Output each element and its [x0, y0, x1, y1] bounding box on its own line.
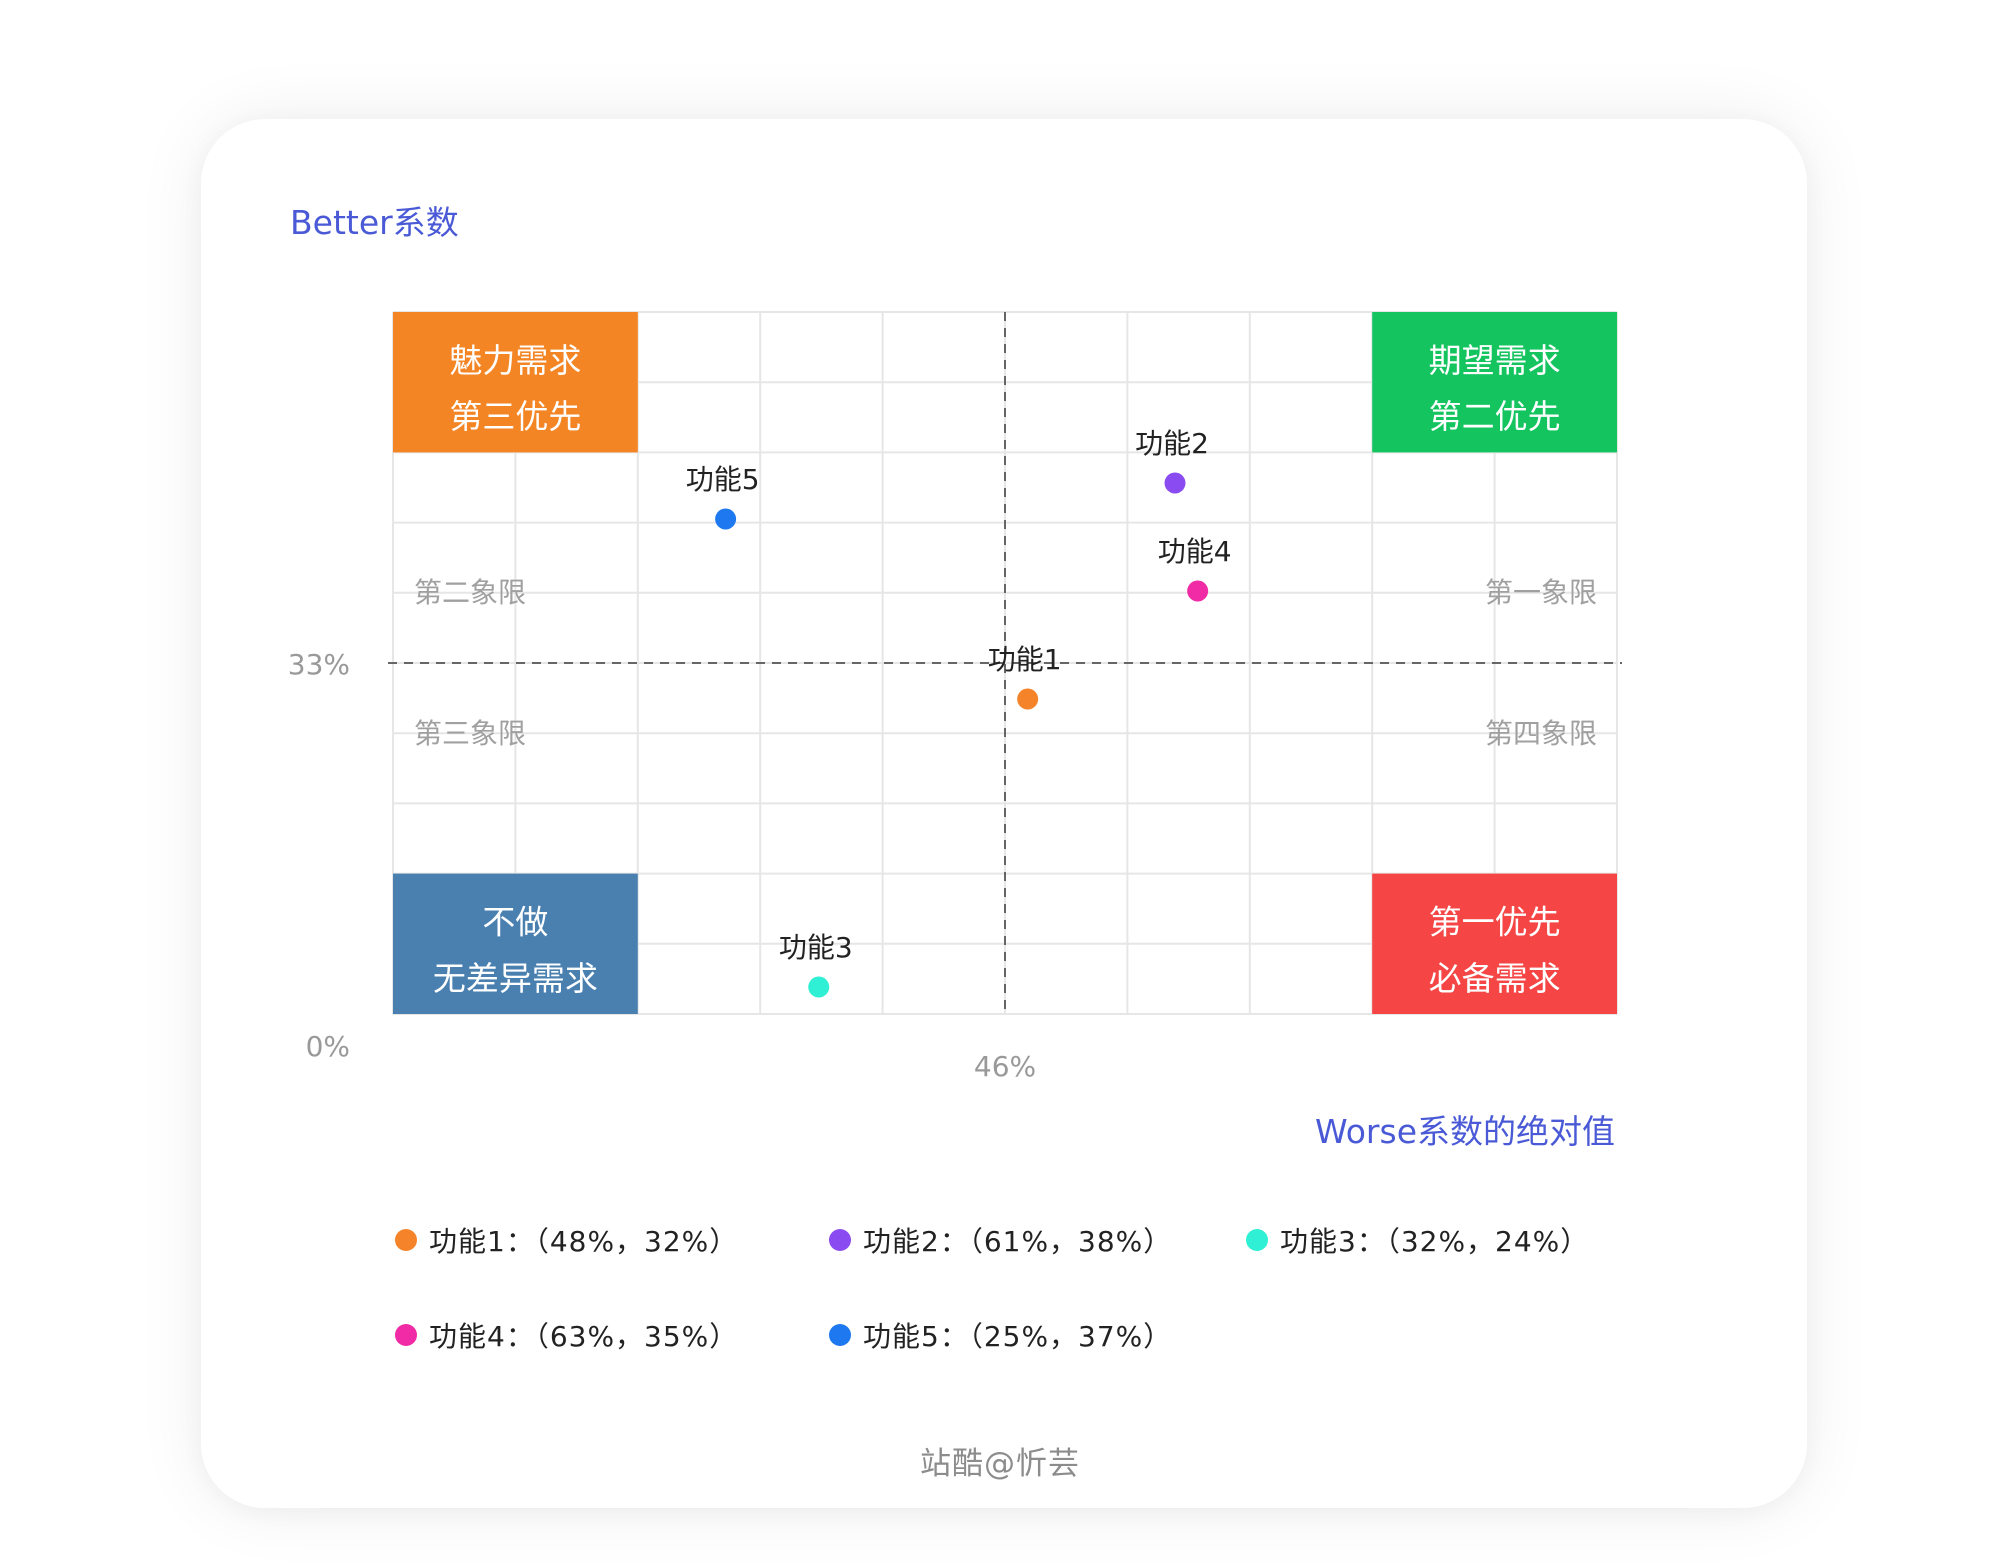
legend-marker — [829, 1324, 851, 1346]
legend-marker — [1246, 1229, 1268, 1251]
data-point — [808, 977, 829, 998]
quadrant-label-3: 第三象限 — [414, 717, 526, 750]
quadrant-box-title: 期望需求 — [1429, 341, 1561, 380]
x-axis-title: Worse系数的绝对值 — [1315, 1105, 1615, 1153]
data-point-label: 功能2 — [1135, 427, 1209, 460]
quadrant-box-title: 魅力需求 — [449, 341, 581, 380]
data-point — [1165, 473, 1186, 494]
data-point-label: 功能3 — [779, 931, 853, 964]
quadrant-box-title: 第一优先 — [1429, 903, 1561, 942]
legend-item: 功能1：（48%，32%） — [395, 1220, 738, 1260]
legend-label: 功能3：（32%，24%） — [1280, 1220, 1589, 1260]
data-point-label: 功能1 — [988, 643, 1062, 676]
x-divider-label: 46% — [974, 1050, 1036, 1083]
legend-item: 功能5：（25%，37%） — [829, 1315, 1172, 1355]
quadrant-label-4: 第四象限 — [1485, 717, 1597, 750]
data-point — [1017, 689, 1038, 710]
legend-item: 功能4：（63%，35%） — [395, 1315, 738, 1355]
legend-item: 功能2：（61%，38%） — [829, 1220, 1172, 1260]
quadrant-label-1: 第一象限 — [1485, 576, 1597, 609]
quadrant-box-subtitle: 第二优先 — [1429, 397, 1561, 436]
legend-label: 功能1：（48%，32%） — [429, 1220, 738, 1260]
legend-marker — [829, 1229, 851, 1251]
legend-label: 功能4：（63%，35%） — [429, 1315, 738, 1355]
legend-label: 功能2：（61%，38%） — [863, 1220, 1172, 1260]
data-point-label: 功能5 — [686, 463, 760, 496]
legend-marker — [395, 1324, 417, 1346]
quadrant-box-subtitle: 无差异需求 — [433, 959, 598, 998]
quadrant-box-title: 不做 — [482, 903, 548, 942]
legend-marker — [395, 1229, 417, 1251]
quadrant-label-2: 第二象限 — [414, 576, 526, 609]
legend-label: 功能5：（25%，37%） — [863, 1315, 1172, 1355]
data-point — [715, 509, 736, 530]
watermark: 站酷@忻芸 — [0, 1438, 2000, 1483]
data-point — [1187, 581, 1208, 602]
data-point-label: 功能4 — [1158, 535, 1232, 568]
y-divider-label: 33% — [288, 648, 350, 681]
legend-item: 功能3：（32%，24%） — [1246, 1220, 1589, 1260]
quadrant-box-subtitle: 第三优先 — [449, 397, 581, 436]
y-origin-label: 0% — [306, 1030, 350, 1063]
quadrant-box-subtitle: 必备需求 — [1429, 959, 1561, 998]
